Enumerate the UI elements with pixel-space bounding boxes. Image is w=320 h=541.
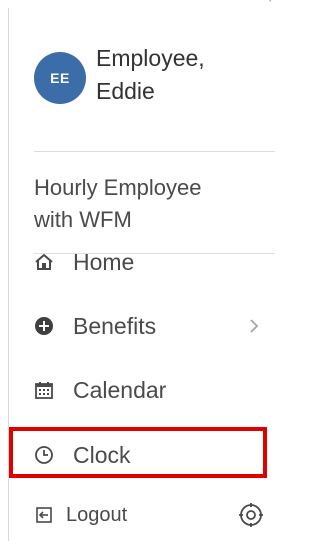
nav-item-clock[interactable]: Clock xyxy=(34,435,263,475)
profile-name: Employee, Eddie xyxy=(96,45,205,104)
navigation-drawer: ` EE Employee, Eddie Hourly Employee wit… xyxy=(0,0,275,541)
chevron-right-icon xyxy=(245,317,263,335)
profile-divider xyxy=(34,151,275,152)
drawer-left-border xyxy=(8,8,9,541)
avatar: EE xyxy=(34,52,86,104)
top-right-marker: ` xyxy=(268,0,272,11)
nav-item-home[interactable]: Home xyxy=(34,242,263,282)
nav-item-calendar[interactable]: Calendar xyxy=(34,370,263,410)
settings-icon[interactable] xyxy=(237,501,265,529)
logout-button[interactable]: Logout xyxy=(34,504,127,527)
nav-item-clock-label: Clock xyxy=(73,441,131,468)
nav-item-benefits[interactable]: Benefits xyxy=(34,306,263,346)
user-profile: EE Employee, Eddie xyxy=(34,42,205,108)
home-icon xyxy=(34,252,54,272)
nav-item-benefits-label: Benefits xyxy=(73,312,157,339)
nav-item-home-label: Home xyxy=(73,248,135,275)
logout-label: Logout xyxy=(66,503,128,526)
logout-icon xyxy=(34,505,54,525)
calendar-icon xyxy=(34,380,54,400)
plus-circle-icon xyxy=(34,316,54,336)
clock-icon xyxy=(34,445,54,465)
drawer-footer: Logout xyxy=(34,495,265,535)
nav-item-calendar-label: Calendar xyxy=(73,376,167,403)
role-label: Hourly Employee with WFM xyxy=(34,175,202,232)
